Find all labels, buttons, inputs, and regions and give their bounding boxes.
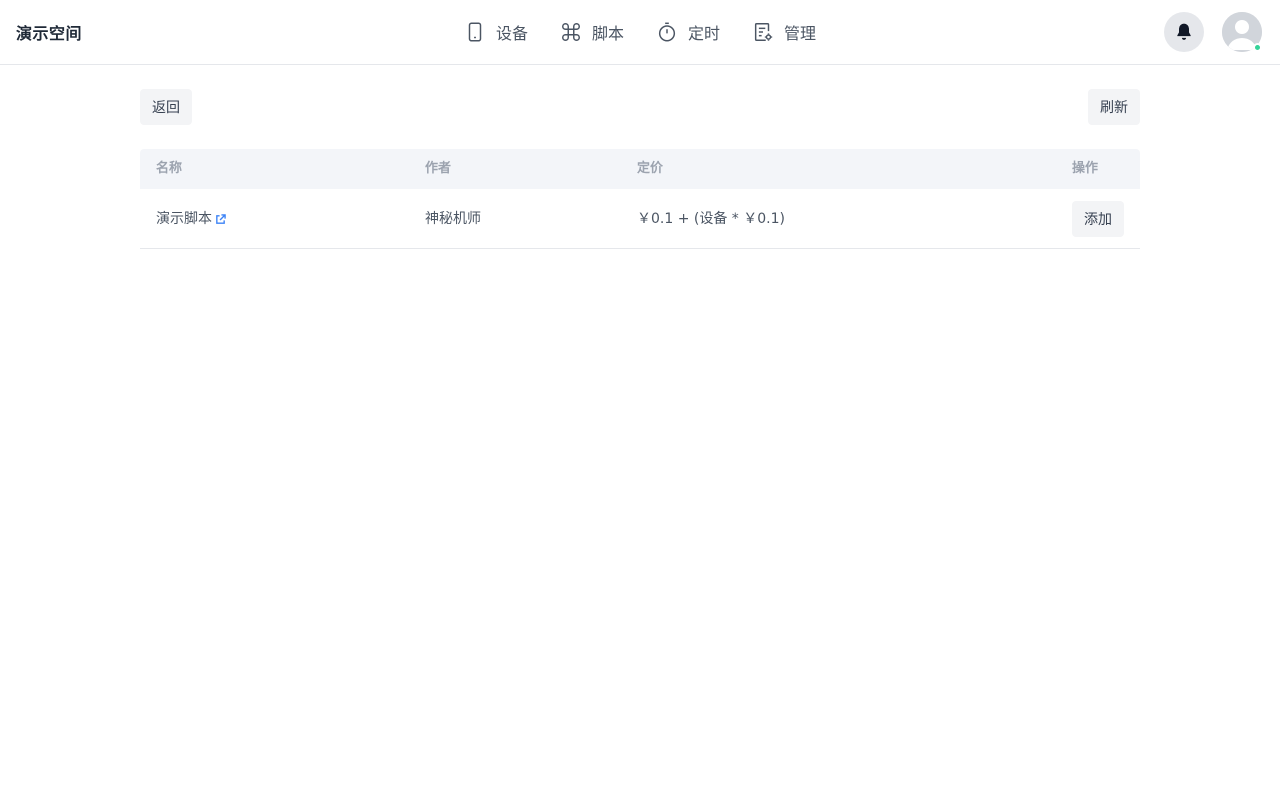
settings-doc-icon: [754, 23, 773, 41]
nav-item-scripts[interactable]: 脚本: [560, 16, 624, 48]
column-header-name: 名称: [156, 161, 183, 176]
add-script-button[interactable]: 添加: [1072, 201, 1124, 237]
column-header-author: 作者: [425, 161, 452, 176]
scripts-table: 名称 作者 定价 操作 演示脚本 神秘机师 ￥0.1 + (设备 * ￥0.1)…: [140, 149, 1140, 249]
script-price: ￥0.1 + (设备 * ￥0.1): [637, 211, 785, 227]
script-name: 演示脚本: [156, 211, 212, 227]
timer-icon: [658, 22, 676, 42]
table-row: 演示脚本 神秘机师 ￥0.1 + (设备 * ￥0.1) 添加: [140, 189, 1140, 249]
refresh-button[interactable]: 刷新: [1088, 89, 1140, 125]
app-title: 演示空间: [16, 24, 83, 43]
nav-item-label: 定时: [688, 24, 721, 43]
back-button[interactable]: 返回: [140, 89, 192, 125]
nav-item-label: 管理: [784, 24, 817, 43]
online-status-badge: [1253, 43, 1262, 52]
nav-item-admin[interactable]: 管理: [752, 16, 816, 48]
column-header-price: 定价: [637, 161, 664, 176]
nav-item-timers[interactable]: 定时: [656, 16, 720, 48]
nav-item-label: 设备: [496, 24, 529, 43]
script-name-cell: 演示脚本: [156, 189, 226, 249]
nav-item-label: 脚本: [592, 24, 625, 43]
top-bar: 演示空间 设备 脚本 定时 管理: [0, 0, 1280, 65]
command-icon: [562, 23, 580, 41]
main-nav: 设备 脚本 定时 管理: [464, 16, 816, 48]
column-header-actions: 操作: [1072, 161, 1099, 176]
external-link-icon: [216, 213, 226, 224]
script-author: 神秘机师: [425, 211, 481, 227]
phone-icon: [468, 22, 482, 42]
nav-item-devices[interactable]: 设备: [464, 16, 528, 48]
script-link[interactable]: 演示脚本: [156, 189, 226, 249]
notifications-button[interactable]: [1164, 12, 1204, 52]
table-header: 名称 作者 定价 操作: [140, 149, 1140, 189]
bell-icon: [1177, 23, 1191, 40]
